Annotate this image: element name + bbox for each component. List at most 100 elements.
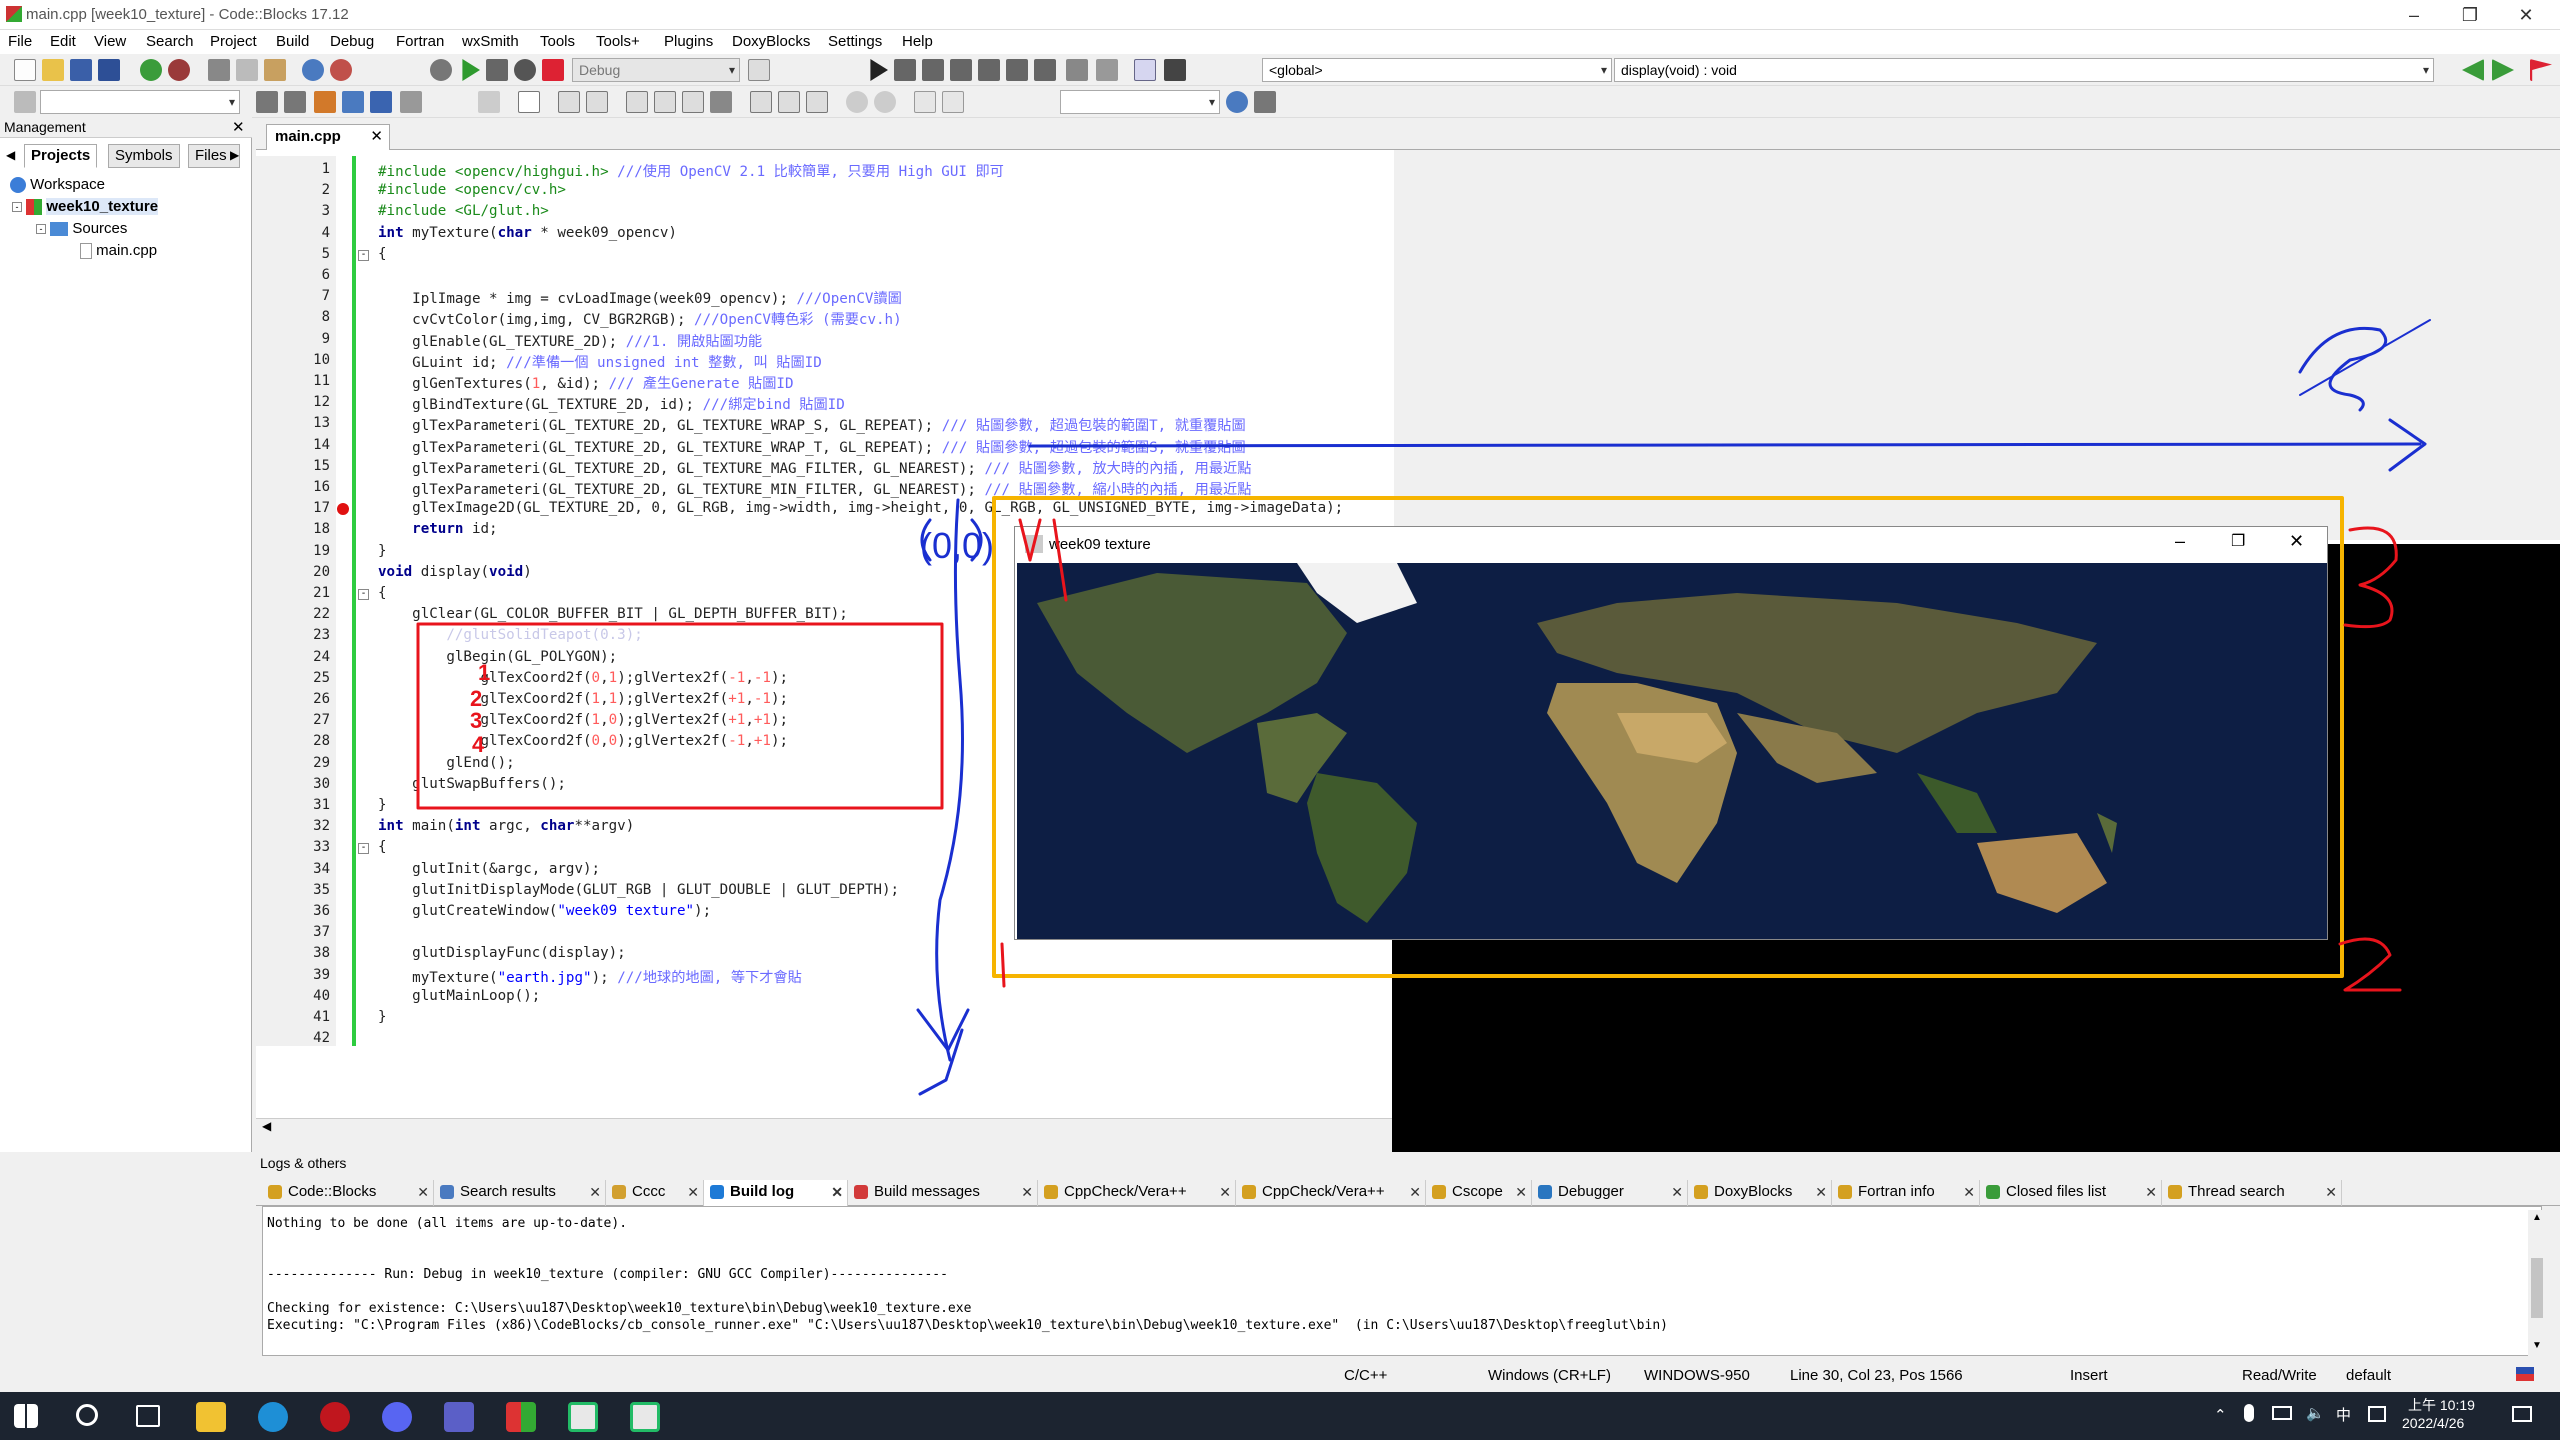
code-line[interactable]: glBegin(GL_POLYGON); [378, 649, 617, 665]
tree-project[interactable]: - week10_texture [12, 198, 159, 216]
code-line[interactable]: //glutSolidTeapot(0.3); [378, 627, 642, 643]
step-into-icon[interactable] [950, 59, 972, 81]
log-tab[interactable]: Build log ✕ [704, 1180, 848, 1206]
build-gear-icon[interactable] [430, 59, 452, 81]
target-options-icon[interactable] [748, 59, 770, 81]
teams-icon[interactable] [444, 1402, 474, 1432]
widget-gauge-icon[interactable] [710, 91, 732, 113]
jump-forward-icon[interactable] [2492, 59, 2514, 81]
glut-taskbar-icon[interactable] [630, 1402, 660, 1432]
build-log-output[interactable]: Nothing to be done (all items are up-to-… [262, 1206, 2542, 1356]
close-icon[interactable]: ✕ [831, 1180, 843, 1204]
volume-icon[interactable]: 🔈 [2306, 1404, 2325, 1422]
menu-search[interactable]: Search [146, 33, 194, 50]
fold-toggle-icon[interactable]: - [358, 843, 369, 855]
debug-continue-icon[interactable] [870, 59, 888, 81]
close-icon[interactable]: ✕ [417, 1180, 429, 1204]
code-line[interactable]: void display(void) [378, 564, 532, 580]
texture-close-icon[interactable]: ✕ [2289, 531, 2304, 552]
rebuild-icon[interactable] [514, 59, 536, 81]
log-tab[interactable]: Build messages ✕ [848, 1180, 1038, 1206]
task-view-icon[interactable] [136, 1405, 160, 1427]
zoom-in-icon[interactable] [846, 91, 868, 113]
tab-scroll-left-icon[interactable]: ◀ [6, 148, 15, 162]
replace-icon[interactable] [330, 59, 352, 81]
menu-tools-plus[interactable]: Tools+ [596, 33, 640, 50]
zoom-out-icon[interactable] [874, 91, 896, 113]
log-tab[interactable]: Cccc ✕ [606, 1180, 704, 1206]
collapse-icon[interactable]: - [12, 202, 22, 213]
scroll-down-icon[interactable]: ▼ [2532, 1340, 2542, 1351]
code-line[interactable]: glEnd(); [378, 755, 514, 771]
code-line[interactable]: int myTexture(char * week09_opencv) [378, 225, 677, 241]
code-line[interactable]: glTexParameteri(GL_TEXTURE_2D, GL_TEXTUR… [378, 415, 1245, 435]
log-vertical-scrollbar[interactable]: ▲ ▼ [2528, 1210, 2546, 1356]
log-tab[interactable]: Debugger ✕ [1532, 1180, 1688, 1206]
code-line[interactable]: return id; [378, 521, 497, 537]
close-icon[interactable]: ✕ [1409, 1180, 1421, 1204]
code-line[interactable]: } [378, 1009, 387, 1025]
log-tab[interactable]: Thread search ✕ [2162, 1180, 2342, 1206]
microphone-icon[interactable] [2244, 1404, 2254, 1422]
selection-icon[interactable] [400, 91, 422, 113]
editor-horizontal-scrollbar[interactable]: ◀ [256, 1118, 1394, 1136]
layout-center-icon[interactable] [778, 91, 800, 113]
wrench-icon[interactable] [1254, 91, 1276, 113]
code-line[interactable]: glClear(GL_COLOR_BUFFER_BIT | GL_DEPTH_B… [378, 606, 848, 622]
code-line[interactable]: glTexCoord2f(0,0);glVertex2f(-1,+1); [378, 733, 788, 749]
close-icon[interactable]: ✕ [2145, 1180, 2157, 1204]
pointer-icon[interactable] [478, 91, 500, 113]
tab-scroll-right-icon[interactable]: ▶ [230, 148, 239, 162]
texture-maximize-icon[interactable]: ❐ [2231, 531, 2245, 551]
menu-wxsmith[interactable]: wxSmith [462, 33, 519, 50]
code-line[interactable]: { [378, 585, 387, 601]
highlight-icon[interactable] [314, 91, 336, 113]
code-line[interactable]: glutSwapBuffers(); [378, 776, 566, 792]
codeblocks-taskbar-icon[interactable] [506, 1402, 536, 1432]
management-close-icon[interactable]: ✕ [232, 118, 245, 136]
search-icon[interactable] [1226, 91, 1248, 113]
maximize-button[interactable]: ❐ [2440, 0, 2500, 30]
pause-icon[interactable] [1066, 59, 1088, 81]
scroll-left-icon[interactable]: ◀ [262, 1119, 271, 1133]
widget-text-icon[interactable] [682, 91, 704, 113]
close-icon[interactable]: ✕ [2325, 1180, 2337, 1204]
collapse-icon[interactable]: - [36, 224, 46, 235]
code-line[interactable]: glEnable(GL_TEXTURE_2D); ///1. 開啟貼圖功能 [378, 331, 762, 351]
close-icon[interactable]: ✕ [1021, 1180, 1033, 1204]
code-line[interactable]: glTexCoord2f(1,0);glVertex2f(+1,+1); [378, 712, 788, 728]
layout-right-icon[interactable] [806, 91, 828, 113]
log-tab[interactable]: DoxyBlocks ✕ [1688, 1180, 1832, 1206]
code-line[interactable]: IplImage * img = cvLoadImage(week09_open… [378, 288, 902, 308]
close-icon[interactable]: ✕ [1963, 1180, 1975, 1204]
layout-left-icon[interactable] [750, 91, 772, 113]
code-completion-icon[interactable] [14, 91, 36, 113]
code-line[interactable]: { [378, 839, 387, 855]
save-all-icon[interactable] [98, 59, 120, 81]
paste-icon[interactable] [264, 59, 286, 81]
various-info-icon[interactable] [1164, 59, 1186, 81]
search-icon[interactable] [76, 1404, 98, 1426]
s-icon[interactable] [914, 91, 936, 113]
next-line-icon[interactable] [922, 59, 944, 81]
scroll-thumb[interactable] [2531, 1258, 2543, 1318]
code-line[interactable]: glutCreateWindow("week09 texture"); [378, 903, 711, 919]
menu-fortran[interactable]: Fortran [396, 33, 444, 50]
search-combo[interactable]: ▾ [1060, 90, 1220, 114]
tree-file-main-cpp[interactable]: main.cpp [80, 242, 157, 260]
tree-workspace[interactable]: Workspace [10, 176, 105, 194]
tree-sources[interactable]: - Sources [36, 220, 127, 237]
new-file-icon[interactable] [14, 59, 36, 81]
step-out-icon[interactable] [978, 59, 1000, 81]
edge-browser-icon[interactable] [258, 1402, 288, 1432]
tab-symbols[interactable]: Symbols [108, 144, 180, 168]
close-icon[interactable]: ✕ [1515, 1180, 1527, 1204]
code-line[interactable]: } [378, 543, 387, 559]
widget-panel-icon[interactable] [558, 91, 580, 113]
menu-view[interactable]: View [94, 33, 126, 50]
log-tab[interactable]: Cscope ✕ [1426, 1180, 1532, 1206]
build-and-run-icon[interactable] [486, 59, 508, 81]
code-line[interactable]: glTexCoord2f(1,1);glVertex2f(+1,-1); [378, 691, 788, 707]
code-line[interactable]: #include <GL/glut.h> [378, 203, 549, 219]
next-instruction-icon[interactable] [1006, 59, 1028, 81]
